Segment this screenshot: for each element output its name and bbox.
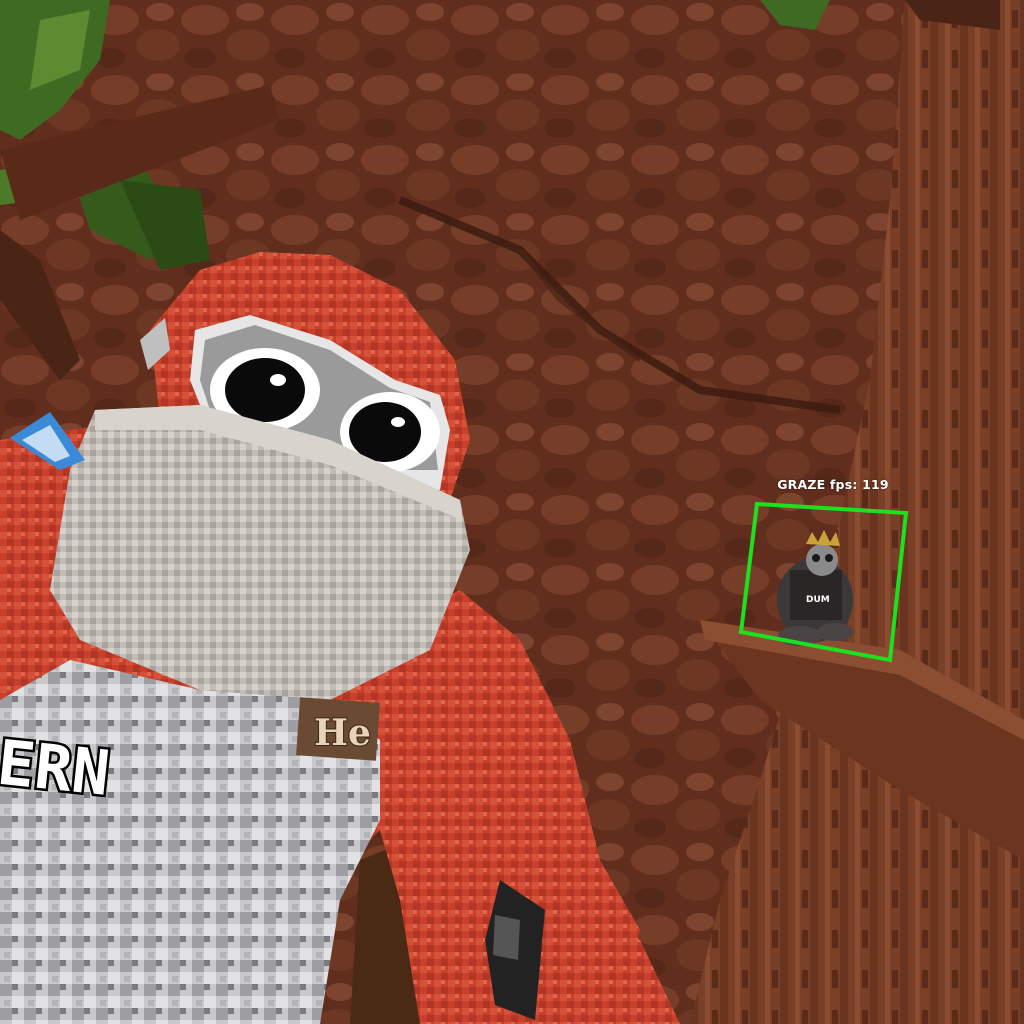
- other-player-shirt-text: DUM: [806, 595, 830, 605]
- target-name-fps-label: GRAZE fps: 119: [770, 477, 896, 492]
- name-badge: He: [296, 697, 380, 761]
- fps-label: fps:: [829, 477, 858, 492]
- fps-value: 119: [862, 477, 889, 492]
- target-name: GRAZE: [777, 477, 826, 492]
- player-shirt-text: CERN: [0, 722, 113, 810]
- game-world: DUM CERN He: [0, 0, 1024, 1024]
- game-viewport: DUM CERN He GRAZE fps: 119: [0, 0, 1024, 1024]
- badge-text: He: [314, 712, 371, 754]
